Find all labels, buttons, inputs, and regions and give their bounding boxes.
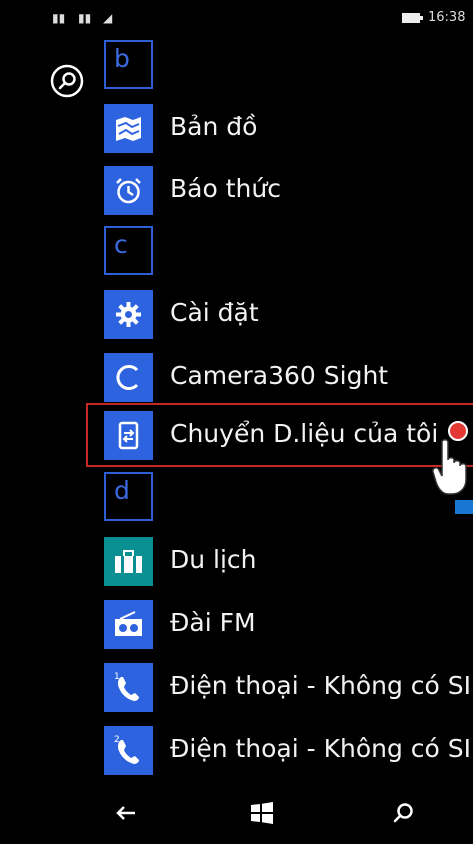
app-tile-travel[interactable] [104, 537, 153, 586]
app-tile-settings[interactable] [104, 290, 153, 339]
letter-label: d [114, 476, 130, 505]
app-label-transfer-data[interactable]: Chuyển D.liệu của tôi [170, 419, 438, 448]
app-label-phone-1[interactable]: Điện thoại - Không có SIM [170, 671, 473, 700]
app-label-maps[interactable]: Bản đồ [170, 112, 257, 141]
app-tile-fm-radio[interactable] [104, 600, 153, 649]
app-tile-alarms[interactable] [104, 166, 153, 215]
alarm-clock-icon [116, 178, 141, 204]
app-label-travel[interactable]: Du lịch [170, 545, 257, 574]
app-label-alarms[interactable]: Báo thức [170, 174, 281, 203]
hand-cursor-icon [432, 439, 467, 495]
app-tile-maps[interactable] [104, 104, 153, 153]
scroll-indicator [455, 500, 473, 514]
letter-header-b[interactable]: b [104, 40, 153, 89]
transfer-data-icon [118, 421, 139, 450]
suitcase-icon [115, 550, 142, 573]
back-icon[interactable] [113, 800, 139, 826]
app-label-phone-2[interactable]: Điện thoại - Không có SIM [170, 734, 473, 763]
letter-header-c[interactable]: c [104, 226, 153, 275]
app-list[interactable]: b Bản đồ Báo thức c Cài đặt Camera360 Si… [0, 0, 473, 840]
app-tile-camera360[interactable] [104, 353, 153, 402]
app-label-settings[interactable]: Cài đặt [170, 298, 259, 327]
maps-icon [116, 117, 141, 141]
letter-label: c [114, 230, 128, 259]
svg-text:2: 2 [114, 735, 120, 745]
app-label-fm-radio[interactable]: Đài FM [170, 608, 256, 637]
svg-text:1: 1 [114, 672, 120, 682]
navigation-bar [0, 790, 473, 844]
letter-header-d[interactable]: d [104, 472, 153, 521]
app-tile-phone-2[interactable]: 2 [104, 726, 153, 775]
gear-icon [116, 302, 141, 327]
phone-2-icon: 2 [114, 735, 139, 764]
radio-icon [115, 611, 142, 636]
phone-1-icon: 1 [114, 672, 139, 701]
camera360-icon [116, 365, 139, 390]
windows-start-icon[interactable] [249, 800, 275, 826]
app-tile-transfer-data[interactable] [104, 411, 153, 460]
search-icon[interactable] [390, 800, 416, 826]
letter-label: b [114, 44, 130, 73]
app-tile-phone-1[interactable]: 1 [104, 663, 153, 712]
app-label-camera360[interactable]: Camera360 Sight [170, 361, 388, 390]
